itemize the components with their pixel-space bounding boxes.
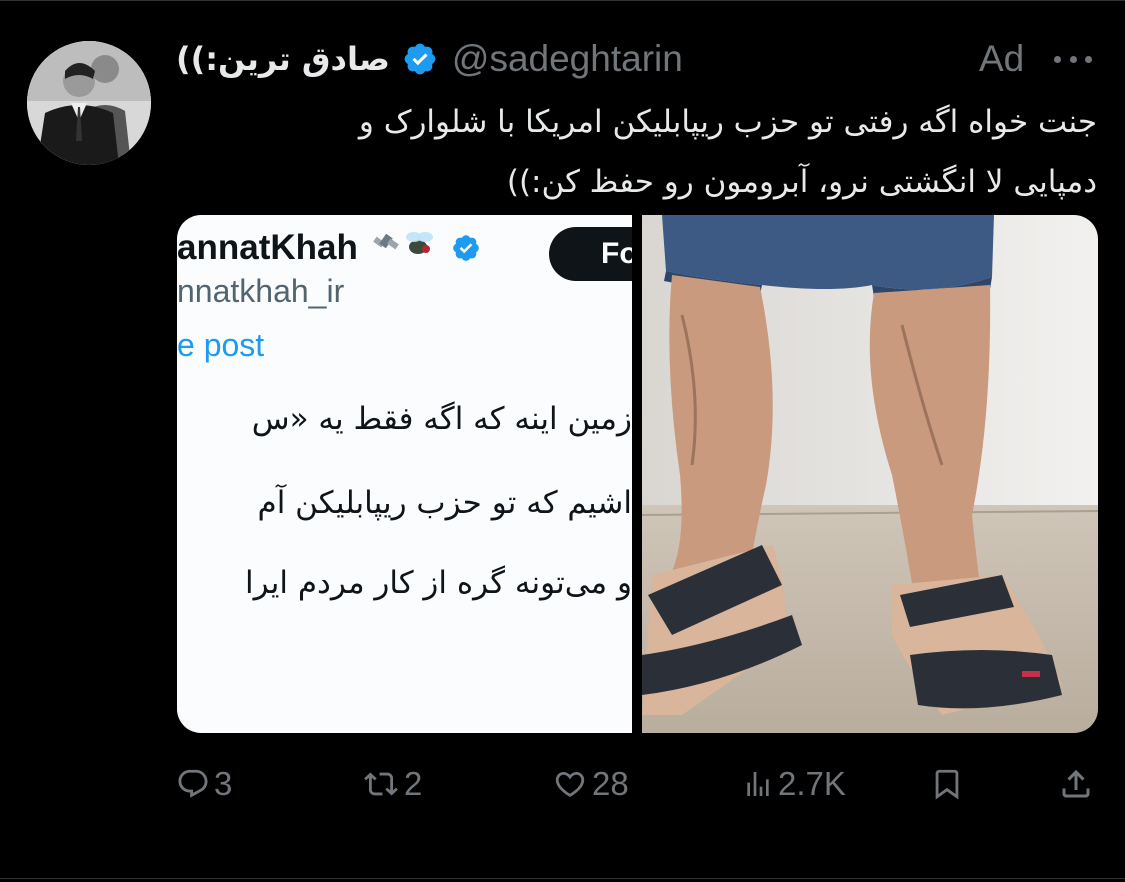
embedded-text-line: اشیم که تو حزب ریپابلیکن آم (257, 485, 632, 521)
legs-sandals-image (642, 215, 1098, 733)
reply-icon (178, 769, 208, 798)
share-icon (1062, 769, 1090, 798)
repost-button[interactable]: 2 (362, 758, 422, 810)
reply-count: 3 (214, 765, 233, 802)
tweet-text: جنت خواه اگه رفتی تو حزب ریپابلیکن امریک… (176, 92, 1097, 212)
embedded-screenshot[interactable]: annatKhah Fo nnatkhah_ir e post زمین این… (177, 215, 632, 733)
emoji-satellite-fly-icon (372, 232, 433, 254)
share-button[interactable] (1058, 758, 1094, 810)
repost-count: 2 (404, 765, 423, 802)
reply-button[interactable]: 3 (176, 758, 232, 810)
embedded-verified-badge-icon (453, 235, 480, 261)
legs-photo[interactable] (642, 215, 1098, 733)
embedded-name-row: annatKhah (177, 223, 481, 268)
like-count: 28 (592, 765, 629, 802)
repost-icon (364, 772, 398, 796)
user-handle[interactable]: @sadeghtarin (452, 38, 683, 80)
embedded-display-name: annatKhah (177, 228, 358, 267)
views-count: 2.7K (778, 765, 846, 802)
bottom-divider (0, 878, 1125, 879)
tweet-header: صادق ترین:)) @sadeghtarin Ad (176, 34, 1096, 84)
views-icon (747, 772, 769, 796)
embedded-see-post: e post (177, 327, 265, 363)
embedded-text-line: و می‌تونه گره از کار مردم ایرا (245, 565, 632, 601)
like-button[interactable]: 28 (552, 758, 629, 810)
media-attachment[interactable]: annatKhah Fo nnatkhah_ir e post زمین این… (177, 215, 1098, 733)
action-bar: 3 2 28 2.7K (176, 758, 1097, 810)
avatar[interactable] (27, 41, 151, 165)
tweet-text-line: دمپایی لا انگشتی نرو، آبرومون رو حفظ کن:… (506, 164, 1097, 200)
avatar-image (27, 41, 151, 165)
verified-badge-icon (404, 43, 436, 75)
embedded-follow-button: Fo (549, 227, 632, 281)
author-group[interactable]: صادق ترین:)) @sadeghtarin (176, 34, 683, 84)
bookmark-icon (935, 769, 959, 800)
top-divider (0, 0, 1125, 1)
tweet-text-line: جنت خواه اگه رفتی تو حزب ریپابلیکن امریک… (358, 104, 1097, 140)
bookmark-button[interactable] (930, 758, 964, 810)
like-icon (555, 771, 585, 797)
embedded-handle: nnatkhah_ir (177, 273, 345, 309)
embedded-text-line: زمین اینه که اگه فقط یه «س (251, 401, 632, 437)
ad-label: Ad (979, 38, 1025, 79)
more-icon[interactable] (1050, 34, 1096, 84)
display-name[interactable]: صادق ترین:)) (176, 40, 390, 78)
views-button[interactable]: 2.7K (742, 758, 846, 810)
